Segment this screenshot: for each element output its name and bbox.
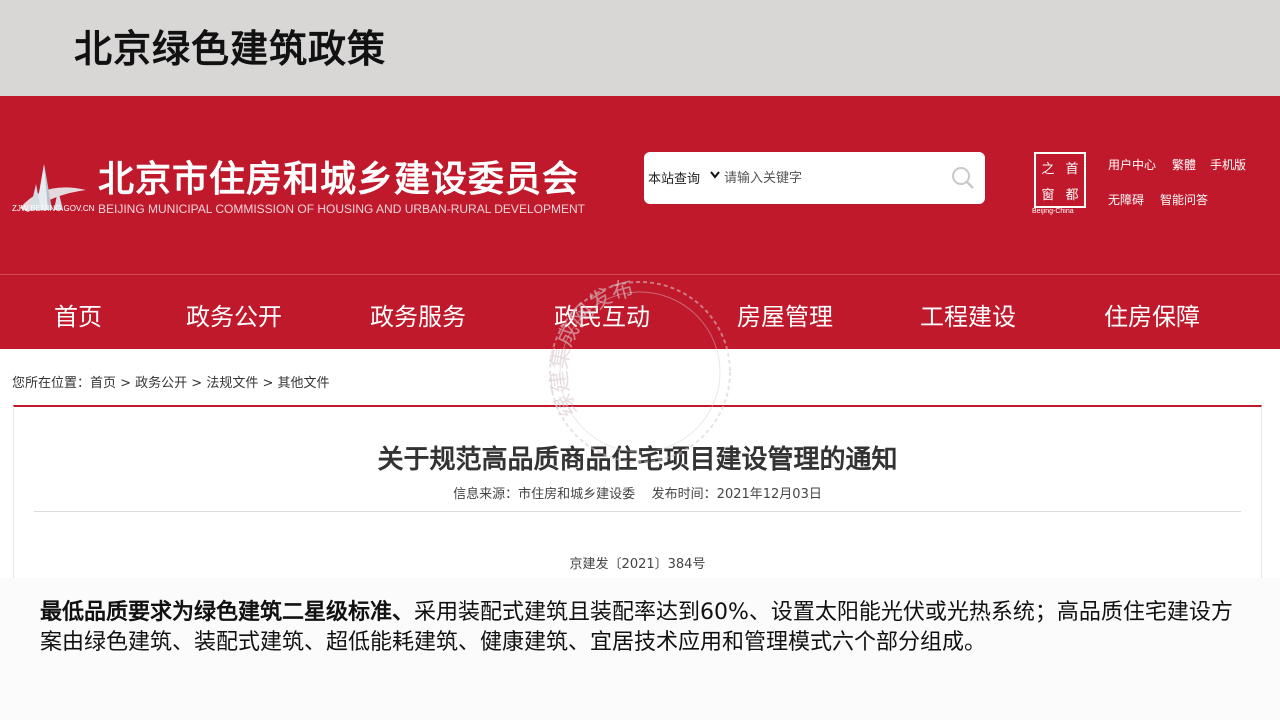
slide-title-bar: 北京绿色建筑政策 [0, 0, 1280, 96]
seal-char: 之 [1041, 161, 1055, 177]
divider [34, 511, 1241, 512]
site-name[interactable]: 北京市住房和城乡建设委员会 [98, 150, 579, 202]
chevron-down-icon[interactable] [710, 171, 720, 179]
search-box: 本站查询 [644, 152, 985, 204]
nav-item-housing-mgmt[interactable]: 房屋管理 [737, 297, 833, 332]
logo-url: ZJW.BEIJING.GOV.CN [12, 204, 95, 213]
nav-item-home[interactable]: 首页 [54, 297, 102, 332]
link-smart-qa[interactable]: 智能问答 [1160, 191, 1208, 208]
link-accessibility[interactable]: 无障碍 [1108, 191, 1144, 208]
summary-panel: 最低品质要求为绿色建筑二星级标准、采用装配式建筑且装配率达到60%、设置太阳能光… [0, 578, 1280, 720]
search-icon[interactable] [950, 165, 976, 191]
search-scope-select[interactable]: 本站查询 [648, 168, 700, 187]
svg-text:绿建集成网发布: 绿建集成网发布 [547, 276, 636, 420]
nav-item-housing-security[interactable]: 住房保障 [1104, 297, 1200, 332]
seal-char: 都 [1065, 187, 1079, 203]
capital-window-seal[interactable]: 之 首 窗 都 [1034, 152, 1086, 208]
seal-char: 窗 [1041, 187, 1055, 203]
site-name-english: BEIJING MUNICIPAL COMMISSION OF HOUSING … [98, 202, 585, 216]
breadcrumb[interactable]: 您所在位置：首页 > 政务公开 > 法规文件 > 其他文件 [12, 372, 329, 391]
seal-caption: Beijing-China [1032, 208, 1074, 215]
site-header: ZJW.BEIJING.GOV.CN 北京市住房和城乡建设委员会 BEIJING… [0, 96, 1280, 276]
link-traditional[interactable]: 繁體 [1172, 156, 1196, 173]
link-mobile[interactable]: 手机版 [1210, 156, 1246, 173]
watermark-stamp: 绿建集成网发布 [547, 276, 731, 463]
search-input[interactable] [724, 164, 944, 192]
article-meta: 信息来源：市住房和城乡建设委 发布时间：2021年12月03日 [453, 487, 822, 502]
nav-item-gov-affairs[interactable]: 政务公开 [186, 297, 282, 332]
seal-char: 首 [1065, 161, 1079, 177]
slide-title: 北京绿色建筑政策 [74, 27, 387, 71]
summary-text: 最低品质要求为绿色建筑二星级标准、采用装配式建筑且装配率达到60%、设置太阳能光… [40, 598, 1240, 658]
nav-item-gov-services[interactable]: 政务服务 [370, 297, 466, 332]
nav-item-engineering[interactable]: 工程建设 [920, 297, 1016, 332]
link-user-center[interactable]: 用户中心 [1108, 156, 1156, 173]
document-number: 京建发〔2021〕384号 [569, 557, 706, 572]
watermark-text: 绿建集成网发布 [547, 276, 636, 420]
summary-highlight: 最低品质要求为绿色建筑二星级标准、 [40, 600, 415, 625]
